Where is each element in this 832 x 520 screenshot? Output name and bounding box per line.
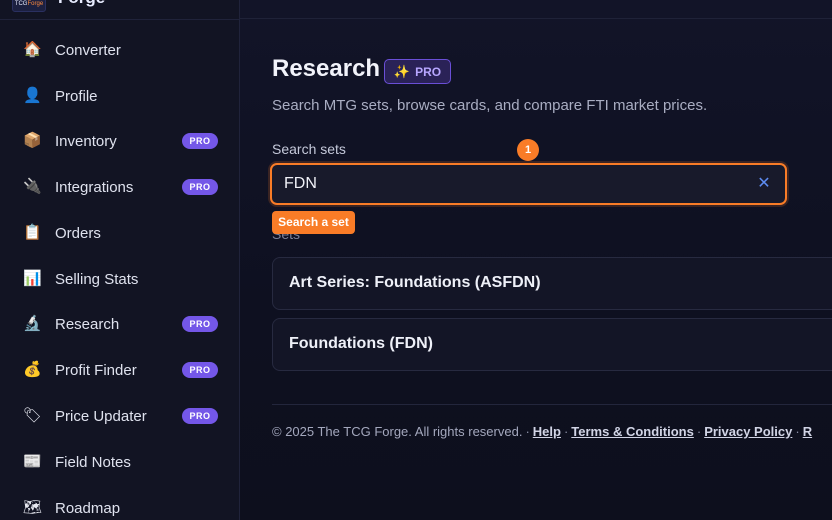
pro-badge: PRO (182, 133, 218, 149)
help-link[interactable]: Help (533, 424, 561, 439)
search-sets-input[interactable] (284, 173, 744, 195)
clipboard-icon: 📋 (23, 224, 42, 241)
map-icon: 🗺 (23, 499, 43, 516)
sidebar-item-label: Integrations (55, 178, 134, 196)
clear-icon[interactable]: ✕ (756, 174, 772, 194)
sidebar-item-profile[interactable]: 👤 Profile (0, 76, 239, 116)
sidebar-item-profit-finder[interactable]: 💰 Profit Finder PRO (0, 350, 239, 390)
footer: © 2025 The TCG Forge. All rights reserve… (272, 424, 812, 439)
privacy-link[interactable]: Privacy Policy (704, 424, 792, 439)
step-marker: 1 (517, 139, 539, 161)
sparkles-icon: ✨ (393, 63, 411, 79)
newspaper-icon: 📰 (23, 453, 42, 470)
sidebar-item-label: Profit Finder (55, 361, 137, 379)
pro-badge: PRO (182, 316, 218, 332)
user-icon: 👤 (23, 87, 42, 104)
sidebar-item-label: Profile (55, 87, 98, 105)
set-card-fdn[interactable]: Foundations (FDN) (272, 318, 832, 371)
footer-separator: · (795, 424, 800, 439)
pro-badge: PRO (182, 362, 218, 378)
pro-title-badge-label: PRO (415, 64, 442, 79)
sidebar-item-label: Selling Stats (55, 270, 139, 288)
sidebar-item-label: Orders (55, 224, 101, 242)
page-title: Research (272, 55, 381, 82)
bar-chart-icon: 📊 (23, 270, 42, 287)
house-icon: 🏠 (23, 41, 42, 58)
money-bag-icon: 💰 (23, 361, 42, 378)
main-content: Research ✨ PRO Search MTG sets, browse c… (240, 0, 832, 520)
sidebar-item-field-notes[interactable]: 📰 Field Notes (0, 442, 239, 482)
set-name: Foundations (FDN) (289, 335, 433, 352)
search-sets-label: Search sets (272, 141, 346, 157)
sidebar: TCGForge Forge 🏠 Converter 👤 Profile 📦 I… (0, 0, 240, 520)
price-tag-icon: 🏷 (23, 407, 43, 424)
logo-text-accent: Forge (27, 1, 44, 7)
footer-separator: · (525, 424, 530, 439)
logo-text: TCG (14, 1, 28, 7)
sidebar-item-research[interactable]: 🔬 Research PRO (0, 304, 239, 344)
footer-separator: · (696, 424, 702, 439)
sidebar-item-orders[interactable]: 📋 Orders (0, 213, 239, 253)
footer-divider (272, 404, 832, 405)
set-name: Art Series: Foundations (ASFDN) (289, 274, 541, 291)
sidebar-item-integrations[interactable]: 🔌 Integrations PRO (0, 167, 239, 207)
pro-badge: PRO (182, 408, 218, 424)
footer-separator: · (563, 424, 569, 439)
set-card-asfdn[interactable]: Art Series: Foundations (ASFDN) (272, 257, 832, 310)
brand-name: Forge (58, 0, 105, 8)
sidebar-item-label: Converter (55, 41, 121, 59)
brand-logo[interactable]: TCGForge (12, 0, 46, 12)
sidebar-item-converter[interactable]: 🏠 Converter (0, 30, 239, 70)
terms-link[interactable]: Terms & Conditions (571, 424, 694, 439)
search-box: ✕ (270, 163, 787, 205)
sidebar-item-inventory[interactable]: 📦 Inventory PRO (0, 121, 239, 161)
brand-header: TCGForge Forge (0, 0, 240, 20)
pro-title-badge: ✨ PRO (384, 59, 451, 84)
sidebar-item-label: Inventory (55, 132, 117, 150)
top-bar (240, 0, 832, 19)
sidebar-item-label: Field Notes (55, 453, 131, 471)
sidebar-item-label: Roadmap (55, 499, 121, 517)
copyright-text: © 2025 The TCG Forge. All rights reserve… (272, 424, 523, 439)
truncated-footer-link[interactable]: R (803, 424, 812, 439)
page-subtitle: Search MTG sets, browse cards, and compa… (272, 97, 708, 114)
plug-icon: 🔌 (23, 178, 42, 195)
microscope-icon: 🔬 (23, 315, 42, 332)
package-icon: 📦 (23, 132, 42, 149)
sidebar-item-label: Price Updater (55, 407, 147, 425)
search-hint-tag: Search a set (272, 211, 355, 234)
pro-badge: PRO (182, 179, 218, 195)
sidebar-item-selling-stats[interactable]: 📊 Selling Stats (0, 259, 239, 299)
sidebar-item-label: Research (55, 315, 120, 333)
sidebar-item-roadmap[interactable]: 🗺 Roadmap (0, 488, 239, 520)
sidebar-item-price-updater[interactable]: 🏷 Price Updater PRO (0, 396, 239, 436)
